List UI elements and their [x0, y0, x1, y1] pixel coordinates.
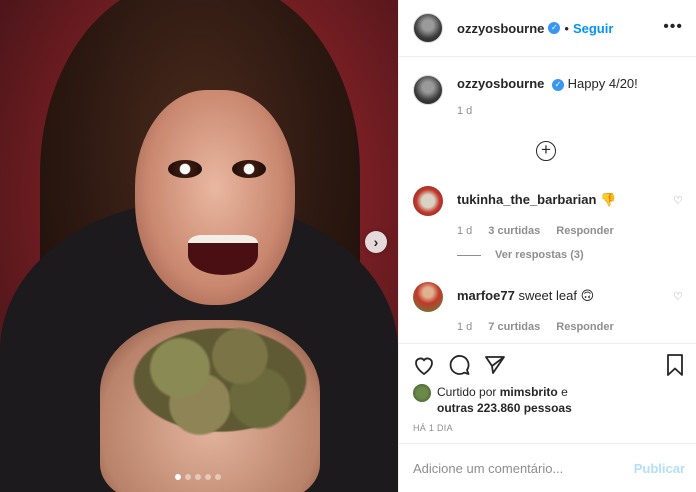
liked-by-conjunction: e — [561, 385, 568, 399]
comment-like-heart-icon[interactable]: ♡ — [673, 194, 683, 207]
comment-time[interactable]: 1 d — [457, 321, 472, 333]
comment-username[interactable]: marfoe77 — [457, 288, 515, 303]
post-dialog: › ozzyosbourne ✓ • Seguir ••• ozzyosbour… — [0, 0, 696, 492]
chevron-right-icon: › — [373, 234, 379, 250]
comment-avatar[interactable] — [413, 282, 443, 312]
likes-count-link[interactable]: outras 223.860 pessoas — [437, 401, 572, 415]
caption-username[interactable]: ozzyosbourne — [457, 76, 544, 91]
comment-item: marfoe77 sweet leaf 🙃 1 d 7 curtidas Res… — [413, 282, 683, 333]
username-link[interactable]: ozzyosbourne — [457, 21, 544, 36]
publish-button[interactable]: Publicar — [634, 461, 685, 476]
add-comment-bar: Publicar — [399, 443, 696, 492]
view-replies-button[interactable]: Ver respostas (3) — [457, 249, 584, 261]
comment-meta: 1 d 7 curtidas Responder — [457, 321, 683, 333]
comment-icon[interactable] — [447, 353, 471, 382]
photo-eye-left — [168, 160, 202, 178]
action-bar — [399, 343, 696, 378]
replies-line — [457, 254, 481, 256]
comment-text: sweet leaf — [518, 288, 577, 303]
carousel-dots — [175, 474, 221, 480]
carousel-dot — [185, 474, 191, 480]
caption-avatar[interactable] — [413, 75, 443, 105]
post-header: ozzyosbourne ✓ • Seguir ••• — [399, 0, 696, 57]
carousel-dot — [175, 474, 181, 480]
load-more-comments-button[interactable]: + — [536, 141, 556, 161]
bookmark-icon[interactable] — [663, 353, 687, 382]
liked-by-prefix: Curtido por — [437, 385, 497, 399]
photo-mouth — [188, 235, 258, 275]
comment-likes[interactable]: 7 curtidas — [488, 321, 540, 333]
paper-plane-icon[interactable] — [483, 353, 507, 382]
caption-time[interactable]: 1 d — [457, 105, 472, 117]
plus-circle-icon: + — [541, 140, 551, 159]
reply-button[interactable]: Responder — [556, 225, 613, 237]
comment-likes[interactable]: 3 curtidas — [488, 225, 540, 237]
next-arrow-button[interactable]: › — [365, 231, 387, 253]
verified-badge-icon: ✓ — [548, 22, 561, 34]
reply-button[interactable]: Responder — [556, 321, 613, 333]
heart-icon[interactable] — [412, 353, 436, 382]
carousel-dot — [195, 474, 201, 480]
follow-button[interactable]: Seguir — [573, 21, 613, 36]
comment-avatar[interactable] — [413, 186, 443, 216]
liked-by: Curtido por mimsbrito e outras 223.860 p… — [413, 384, 572, 416]
liked-by-text: Curtido por mimsbrito e outras 223.860 p… — [437, 384, 572, 416]
comment-like-heart-icon[interactable]: ♡ — [673, 290, 683, 303]
comment-body: marfoe77 sweet leaf 🙃 — [457, 287, 594, 305]
comment-item: tukinha_the_barbarian 👎 1 d 3 curtidas R… — [413, 186, 683, 237]
comment-input[interactable] — [413, 460, 613, 476]
thumbs-down-emoji-icon: 👎 — [600, 192, 617, 207]
caption-body: ozzyosbourne ✓ Happy 4/20! — [457, 75, 638, 105]
comment-time[interactable]: 1 d — [457, 225, 472, 237]
post-age[interactable]: HÁ 1 DIA — [413, 423, 453, 433]
separator-dot: • — [564, 20, 569, 36]
post-panel: ozzyosbourne ✓ • Seguir ••• ozzyosbourne… — [398, 0, 696, 492]
liker-username[interactable]: mimsbrito — [500, 385, 558, 399]
comment-username[interactable]: tukinha_the_barbarian — [457, 192, 596, 207]
photo-buds — [120, 320, 320, 440]
verified-badge-icon: ✓ — [552, 78, 565, 91]
upside-down-emoji-icon: 🙃 — [580, 288, 595, 303]
photo-eye-right — [232, 160, 266, 178]
liker-avatar[interactable] — [413, 384, 431, 402]
post-media[interactable]: › — [0, 0, 398, 492]
carousel-dot — [215, 474, 221, 480]
caption-text: Happy 4/20! — [567, 76, 638, 91]
comment-meta: 1 d 3 curtidas Responder — [457, 225, 683, 237]
comment-body: tukinha_the_barbarian 👎 — [457, 191, 616, 209]
more-options-icon[interactable]: ••• — [663, 18, 683, 36]
post-caption: ozzyosbourne ✓ Happy 4/20! 1 d — [413, 75, 638, 117]
view-replies-label: Ver respostas (3) — [495, 249, 584, 261]
carousel-dot — [205, 474, 211, 480]
avatar[interactable] — [413, 13, 443, 43]
